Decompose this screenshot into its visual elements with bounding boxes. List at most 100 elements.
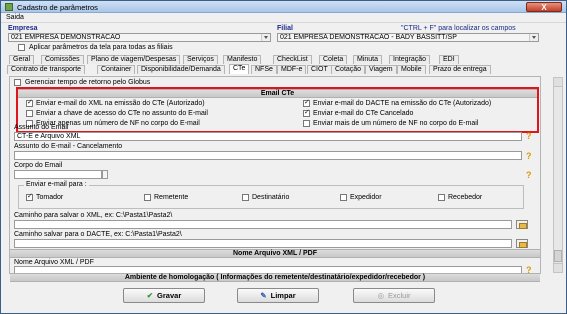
caminho-dacte-input[interactable] <box>14 239 512 248</box>
apply-all-label: Aplicar parâmetros da tela para todas as… <box>29 44 173 51</box>
email-cte-header: Email CTe <box>18 89 537 98</box>
delete-icon: ◎ <box>377 291 385 300</box>
tab-plano-viagem[interactable]: Plano de viagem/Despesas <box>87 55 181 64</box>
tab-servicos[interactable]: Serviços <box>183 55 218 64</box>
resize-grip-icon[interactable] <box>102 170 108 179</box>
parameters-window: Cadastro de parâmetros X Saida Empresa 0… <box>0 0 567 314</box>
gerenciar-checkbox[interactable] <box>14 79 21 86</box>
vertical-scrollbar[interactable] <box>553 77 563 273</box>
title-bar: Cadastro de parâmetros X <box>1 1 566 13</box>
cte-cancelado-checkbox[interactable] <box>303 108 310 117</box>
destinatario-label: Destinatário <box>252 194 290 201</box>
email-cte-highlight: Email CTe Enviar e-mail do XML na emissã… <box>16 87 539 133</box>
help-icon[interactable]: ? <box>526 151 532 161</box>
dacte-autorizado-label: Enviar e-mail do DACTE na emissão do CTe… <box>313 100 492 107</box>
excluir-button[interactable]: ◎ Excluir <box>353 288 435 303</box>
chevron-down-icon[interactable] <box>529 34 538 41</box>
mais-nf-label: Enviar mais de um número de NF no corpo … <box>313 120 479 127</box>
tab-viagem[interactable]: Viagem <box>365 65 397 74</box>
assunto-cancel-label: Assunto do E-mail - Cancelamento <box>14 143 123 150</box>
tab-cte[interactable]: CTe <box>229 64 250 74</box>
tomador-label: Tomador <box>36 194 64 201</box>
caminho-dacte-label: Caminho salvar para o DACTE, ex: C:\Past… <box>14 231 182 238</box>
cte-panel: Gerenciar tempo de retorno pelo Globus E… <box>9 76 541 274</box>
recebedor-label: Recebedor <box>448 194 483 201</box>
scroll-thumb[interactable] <box>554 250 562 262</box>
tomador-checkbox[interactable] <box>26 192 33 201</box>
gerenciar-label: Gerenciar tempo de retorno pelo Globus <box>25 79 151 86</box>
scroll-down-icon[interactable] <box>554 263 562 272</box>
apply-all-checkbox[interactable] <box>18 44 25 51</box>
gravar-label: Gravar <box>157 291 182 300</box>
filial-value: 021 EMPRESA DEMONSTRACAO - BADY BASSITT/… <box>280 34 457 41</box>
tab-edi[interactable]: EDI <box>439 55 459 64</box>
dacte-autorizado-checkbox[interactable] <box>303 98 310 107</box>
help-icon[interactable]: ? <box>526 131 532 141</box>
xml-autorizado-checkbox[interactable] <box>26 98 33 107</box>
empresa-label: Empresa <box>8 25 38 32</box>
remetente-label: Remetente <box>154 194 189 201</box>
empresa-select[interactable]: 021 EMPRESA DEMONSTRACAO <box>8 33 271 42</box>
check-icon: ✔ <box>146 291 154 300</box>
filial-label: Filial <box>277 25 293 32</box>
homolog-header: Ambiente de homologação ( Informações do… <box>10 273 540 282</box>
scroll-up-icon[interactable] <box>554 78 562 87</box>
assunto-label: Assunto do Email <box>14 124 69 131</box>
tab-comissoes[interactable]: Comissões <box>41 55 84 64</box>
window-title: Cadastro de parâmetros <box>17 3 98 12</box>
folder-icon[interactable] <box>516 239 528 248</box>
filial-select[interactable]: 021 EMPRESA DEMONSTRACAO - BADY BASSITT/… <box>277 33 539 42</box>
close-button[interactable]: X <box>526 2 562 12</box>
limpar-label: Limpar <box>270 291 296 300</box>
tab-mdfe[interactable]: MDF-e <box>277 65 307 74</box>
limpar-button[interactable]: ✎ Limpar <box>237 288 319 303</box>
tab-cotacao[interactable]: Cotação <box>331 65 366 74</box>
chevron-down-icon[interactable] <box>261 34 270 41</box>
chave-assunto-checkbox[interactable] <box>26 110 33 117</box>
xml-autorizado-label: Enviar e-mail do XML na emissão do CTe (… <box>36 100 205 107</box>
expedidor-checkbox[interactable] <box>340 194 347 201</box>
caminho-xml-input[interactable] <box>14 220 512 229</box>
app-icon <box>5 3 13 11</box>
eraser-icon: ✎ <box>260 291 267 300</box>
corpo-input[interactable] <box>14 170 102 179</box>
tab-ciot[interactable]: CIOT <box>307 65 332 74</box>
tab-checklist[interactable]: CheckList <box>273 55 312 64</box>
nome-xml-header: Nome Arquivo XML / PDF <box>10 249 540 258</box>
cte-cancelado-label: Enviar e-mail do CTe Cancelado <box>313 110 414 117</box>
mais-nf-checkbox[interactable] <box>303 120 310 127</box>
tab-geral[interactable]: Geral <box>9 55 35 64</box>
tab-manifesto[interactable]: Manifesto <box>223 55 262 64</box>
assunto-input[interactable]: CT-E e Arquivo XML <box>14 132 522 141</box>
menu-bar: Saida <box>1 13 566 23</box>
tab-prazo-entrega[interactable]: Prazo de entrega <box>429 65 491 74</box>
shortcut-hint: "CTRL + F" para localizar os campos <box>401 25 516 32</box>
tab-nfse[interactable]: NFSe <box>251 65 277 74</box>
help-icon[interactable]: ? <box>526 170 532 180</box>
empresa-value: 021 EMPRESA DEMONSTRACAO <box>11 34 121 41</box>
tab-coleta[interactable]: Coleta <box>319 55 348 64</box>
folder-icon[interactable] <box>516 220 528 229</box>
remetente-checkbox[interactable] <box>144 194 151 201</box>
nome-xml-label: Nome Arquivo XML / PDF <box>14 259 94 266</box>
corpo-label: Corpo do Email <box>14 162 63 169</box>
tab-contrato-transporte[interactable]: Contrato de transporte <box>7 65 86 74</box>
chave-assunto-label: Enviar a chave de acesso do CTe no assun… <box>36 110 208 117</box>
tabs-row-1: Geral Comissões Plano de viagem/Despesas… <box>1 55 566 64</box>
destinatario-checkbox[interactable] <box>242 194 249 201</box>
recebedor-checkbox[interactable] <box>438 194 445 201</box>
menu-item-saida[interactable]: Saida <box>6 14 24 21</box>
assunto-value: CT-E e Arquivo XML <box>17 133 81 140</box>
enviar-para-label: Enviar e-mail para : <box>24 181 89 188</box>
gravar-button[interactable]: ✔ Gravar <box>123 288 205 303</box>
expedidor-label: Expedidor <box>350 194 382 201</box>
tab-disponibilidade[interactable]: Disponibilidade/Demanda <box>137 65 225 74</box>
tabs-row-2: Contrato de transporte Container Disponi… <box>1 64 566 74</box>
tab-container[interactable]: Container <box>97 65 136 74</box>
tab-mobile[interactable]: Mobile <box>397 65 426 74</box>
assunto-cancel-input[interactable] <box>14 151 522 160</box>
tab-integracao[interactable]: Integração <box>389 55 431 64</box>
tab-minuta[interactable]: Minuta <box>353 55 383 64</box>
caminho-xml-label: Caminho para salvar o XML, ex: C:\Pasta1… <box>14 212 173 219</box>
excluir-label: Excluir <box>388 291 411 300</box>
